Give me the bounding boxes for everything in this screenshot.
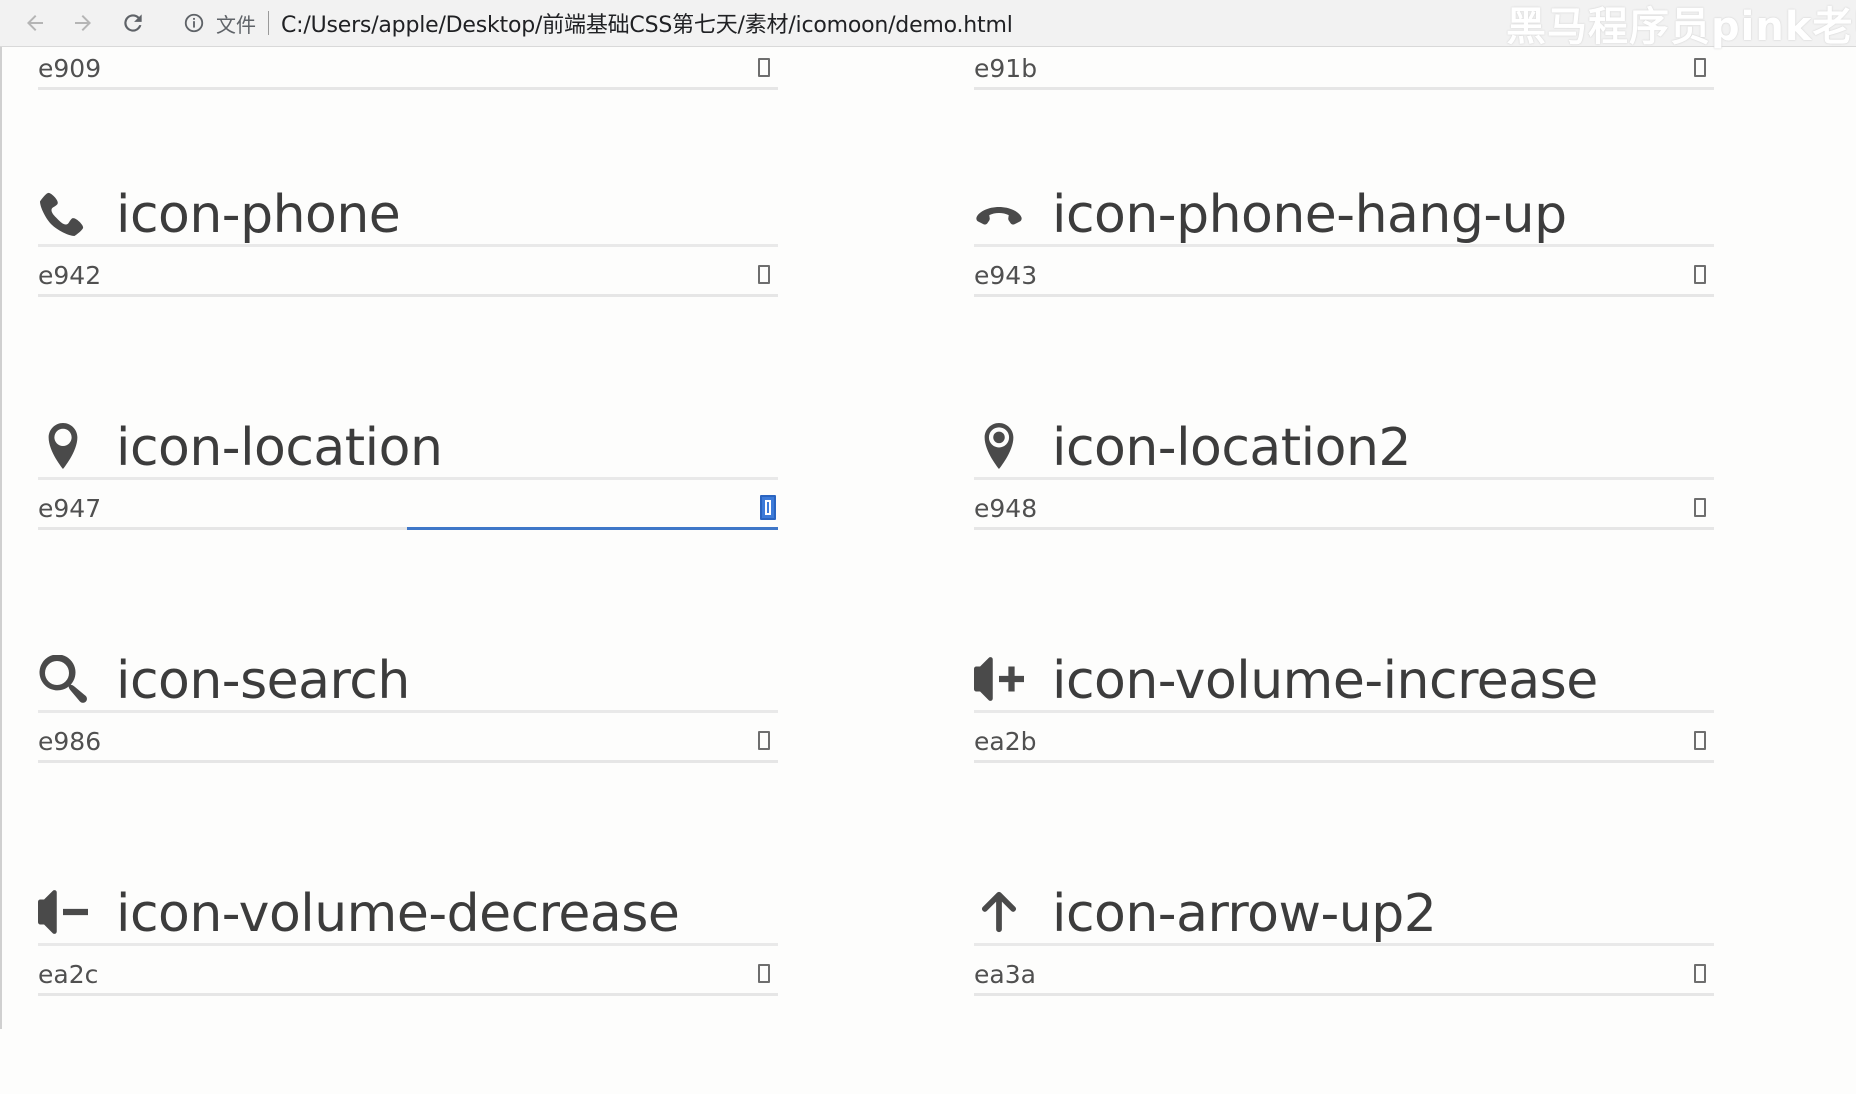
code-text: e909 (38, 54, 102, 83)
code-text: e948 (974, 494, 1038, 523)
glyph-preview-box (758, 731, 770, 750)
volume-decrease-icon (38, 887, 88, 937)
code-field[interactable]: e91b (974, 46, 1714, 90)
glyph-preview-box (758, 964, 770, 983)
glyph-preview-box (1694, 498, 1706, 517)
glyph-preview-box (1694, 964, 1706, 983)
forward-button[interactable] (64, 4, 102, 42)
glyph-heading: icon-search (38, 651, 778, 713)
reload-button[interactable] (114, 4, 152, 42)
code-text: ea3a (974, 960, 1036, 989)
glyph-heading: icon-volume-increase (974, 651, 1714, 713)
code-text: e943 (974, 261, 1038, 290)
glyph-name: icon-location (116, 418, 443, 478)
glyph-preview-box (758, 58, 770, 77)
code-field[interactable]: e943 (974, 253, 1714, 297)
glyph-item: icon-arrow-up2 ea3a (974, 884, 1714, 1094)
code-field[interactable]: ea3a (974, 952, 1714, 996)
glyph-name: icon-volume-decrease (116, 884, 680, 944)
glyph-preview-box (1694, 731, 1706, 750)
info-icon[interactable] (182, 11, 206, 35)
code-text: e986 (38, 727, 102, 756)
address-separator (268, 11, 269, 35)
phone-icon (38, 188, 88, 238)
glyph-heading: icon-location2 (974, 418, 1714, 480)
code-field[interactable]: e948 (974, 486, 1714, 530)
glyph-item: icon-location e947 (38, 418, 778, 628)
url-text[interactable]: C:/Users/apple/Desktop/前端基础CSS第七天/素材/ico… (281, 7, 1013, 39)
glyph-preview-box (1694, 58, 1706, 77)
watermark: 黑马程序员pink老师 (1506, 4, 1856, 50)
glyph-item: e91b (974, 46, 1714, 94)
glyph-name: icon-search (116, 651, 410, 711)
code-text: e91b (974, 54, 1038, 83)
code-field[interactable]: e947 (38, 486, 778, 530)
address-bar[interactable]: 文件 C:/Users/apple/Desktop/前端基础CSS第七天/素材/… (170, 2, 1470, 44)
phone-hang-up-icon (974, 188, 1024, 238)
code-field[interactable]: e942 (38, 253, 778, 297)
arrow-up2-icon (974, 887, 1024, 937)
glyph-heading: icon-phone-hang-up (974, 185, 1714, 247)
code-field[interactable]: e909 (38, 46, 778, 90)
focus-underline (407, 527, 778, 530)
location-icon (38, 421, 88, 471)
code-text: ea2c (38, 960, 99, 989)
glyph-heading: icon-phone (38, 185, 778, 247)
file-scheme-label: 文件 (216, 12, 256, 37)
glyph-preview-box (758, 265, 770, 284)
glyph-preview-box[interactable] (760, 495, 776, 520)
glyph-name: icon-phone (116, 185, 401, 245)
glyph-item: icon-phone-hang-up e943 (974, 185, 1714, 395)
glyph-name: icon-phone-hang-up (1052, 185, 1567, 245)
glyph-list: e909 e91b icon-phone e942 icon-phone-hang-up… (0, 47, 1856, 1029)
arrow-left-icon (27, 15, 43, 31)
search-icon (38, 654, 88, 704)
browser-toolbar: 文件 C:/Users/apple/Desktop/前端基础CSS第七天/素材/… (0, 0, 1856, 50)
glyph-preview-box (1694, 265, 1706, 284)
glyph-heading: icon-volume-decrease (38, 884, 778, 946)
volume-increase-icon (974, 654, 1024, 704)
glyph-heading: icon-location (38, 418, 778, 480)
glyph-item: icon-search e986 (38, 651, 778, 861)
back-button[interactable] (16, 4, 54, 42)
glyph-item: icon-phone e942 (38, 185, 778, 395)
glyph-name: icon-arrow-up2 (1052, 884, 1437, 944)
glyph-item: icon-volume-increase ea2b (974, 651, 1714, 861)
glyph-item: icon-volume-decrease ea2c (38, 884, 778, 1094)
code-field[interactable]: ea2c (38, 952, 778, 996)
code-text: e942 (38, 261, 102, 290)
arrow-right-icon (75, 15, 91, 31)
code-field[interactable]: e986 (38, 719, 778, 763)
glyph-name: icon-location2 (1052, 418, 1411, 478)
glyph-heading: icon-arrow-up2 (974, 884, 1714, 946)
glyph-item: icon-location2 e948 (974, 418, 1714, 628)
code-field[interactable]: ea2b (974, 719, 1714, 763)
code-text: e947 (38, 494, 102, 523)
code-text: ea2b (974, 727, 1037, 756)
glyph-name: icon-volume-increase (1052, 651, 1598, 711)
reload-icon (124, 14, 142, 32)
glyph-item: e909 (38, 46, 778, 94)
location2-icon (974, 421, 1024, 471)
